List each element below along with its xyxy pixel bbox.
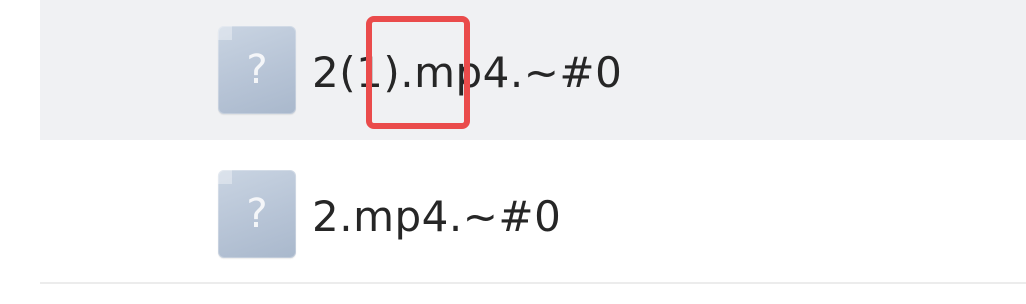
unknown-file-icon: ?	[218, 170, 296, 258]
question-mark-glyph: ?	[246, 191, 268, 237]
file-name-label[interactable]: 2.mp4.~#0	[312, 192, 561, 241]
file-name-label[interactable]: 2(1).mp4.~#0	[312, 48, 622, 97]
file-list: ? ? 2(1).mp4.~#0 2.mp4.~#0	[0, 0, 1026, 304]
unknown-file-icon: ?	[218, 26, 296, 114]
question-mark-glyph: ?	[246, 47, 268, 93]
